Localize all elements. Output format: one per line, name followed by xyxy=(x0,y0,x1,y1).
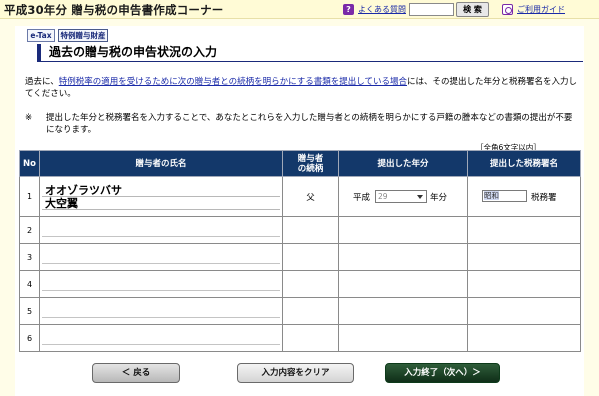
clear-input-button[interactable]: 入力内容をクリア xyxy=(237,363,354,383)
header-no: No xyxy=(19,150,40,177)
table-row: 1 オオゾラツバサ 大空翼 父 平成 29 年分 昭和 税務署 xyxy=(19,176,581,217)
lead-text: 過去に、特例税率の適用を受けるために次の贈与者との続柄を明らかにする書類を提出し… xyxy=(25,76,580,100)
relation-cell xyxy=(282,324,339,352)
relation-cell: 父 xyxy=(282,176,339,217)
note-text: 提出した年分と税務署名を入力することで、あなたとこれらを入力した贈与者との続柄を… xyxy=(46,113,573,135)
tax-office-input[interactable]: 昭和 xyxy=(482,189,527,202)
etax-chip: e-Tax xyxy=(27,29,55,42)
row-number: 3 xyxy=(19,243,40,271)
header-relation-line2: の続柄 xyxy=(297,163,324,174)
table-row: 2 xyxy=(19,216,581,244)
guide-icon[interactable] xyxy=(502,4,513,15)
year-cell: 平成 29 年分 xyxy=(338,176,468,217)
relation-cell xyxy=(282,297,339,325)
year-cell xyxy=(338,243,468,271)
relation-cell xyxy=(282,243,339,271)
era-label: 平成 xyxy=(353,192,371,203)
donor-name-cell[interactable] xyxy=(39,270,283,298)
year-cell xyxy=(338,270,468,298)
donor-name-kanji-field[interactable]: 大空翼 xyxy=(42,197,280,210)
user-guide-link[interactable]: ご利用ガイド xyxy=(517,4,565,15)
office-cell xyxy=(467,216,581,244)
table-row: 3 xyxy=(19,243,581,271)
tax-office-suffix: 税務署 xyxy=(531,192,557,203)
back-button[interactable]: ＜ 戻る xyxy=(92,363,180,383)
row-number: 6 xyxy=(19,324,40,352)
year-cell xyxy=(338,216,468,244)
header-donor-name: 贈与者の氏名 xyxy=(39,150,283,177)
donor-name-cell[interactable] xyxy=(39,216,283,244)
section-title: 過去の贈与税の申告状況の入力 xyxy=(37,44,583,62)
donor-name-cell: オオゾラツバサ 大空翼 xyxy=(39,176,283,217)
office-cell xyxy=(467,297,581,325)
donor-name-cell[interactable] xyxy=(39,243,283,271)
question-icon[interactable]: ? xyxy=(343,4,354,15)
table-row: 5 xyxy=(19,297,581,325)
app-title: 平成30年分 贈与税の申告書作成コーナー xyxy=(4,3,224,17)
faq-link[interactable]: よくある質問 xyxy=(358,4,406,15)
header-relation-line1: 贈与者 xyxy=(297,153,324,164)
search-button[interactable]: 検 索 xyxy=(456,2,489,17)
office-cell xyxy=(467,243,581,271)
search-input[interactable] xyxy=(409,3,454,16)
office-cell xyxy=(467,270,581,298)
note-mark: ※ xyxy=(25,113,33,123)
row-number: 5 xyxy=(19,297,40,325)
lead-prefix: 過去に、 xyxy=(25,77,59,87)
year-cell xyxy=(338,324,468,352)
donor-name-cell[interactable] xyxy=(39,324,283,352)
main-content: e-Tax 特例贈与財産 過去の贈与税の申告状況の入力 過去に、特例税率の適用を… xyxy=(15,26,584,396)
finish-next-button[interactable]: 入力終了（次へ）＞ xyxy=(385,363,500,383)
table-row: 4 xyxy=(19,270,581,298)
year-cell xyxy=(338,297,468,325)
header-relation: 贈与者 の続柄 xyxy=(282,150,339,177)
year-select[interactable]: 29 xyxy=(375,189,427,203)
row-number: 4 xyxy=(19,270,40,298)
header-office: 提出した税務署名 xyxy=(467,150,581,177)
year-unit-label: 年分 xyxy=(430,192,448,203)
row-number: 1 xyxy=(19,176,40,217)
relation-cell xyxy=(282,216,339,244)
table-row: 6 xyxy=(19,324,581,352)
table-header-row: No 贈与者の氏名 贈与者 の続柄 提出した年分 提出した税務署名 xyxy=(19,150,581,177)
row-number: 2 xyxy=(19,216,40,244)
office-cell xyxy=(467,324,581,352)
donor-name-cell[interactable] xyxy=(39,297,283,325)
submission-table: No 贈与者の氏名 贈与者 の続柄 提出した年分 提出した税務署名 1 オオゾラツ… xyxy=(19,150,581,352)
relation-cell xyxy=(282,270,339,298)
office-cell: 昭和 税務署 xyxy=(467,176,581,217)
header-year: 提出した年分 xyxy=(338,150,468,177)
donor-name-kana-field[interactable]: オオゾラツバサ xyxy=(42,184,280,197)
special-gift-chip: 特例贈与財産 xyxy=(58,29,108,42)
special-rate-document-link[interactable]: 特例税率の適用を受けるために次の贈与者との続柄を明らかにする書類を提出している場… xyxy=(59,77,407,87)
tax-office-input-value: 昭和 xyxy=(484,190,499,200)
header-bar: 平成30年分 贈与税の申告書作成コーナー ? よくある質問 検 索 ご利用ガイド xyxy=(0,0,599,19)
